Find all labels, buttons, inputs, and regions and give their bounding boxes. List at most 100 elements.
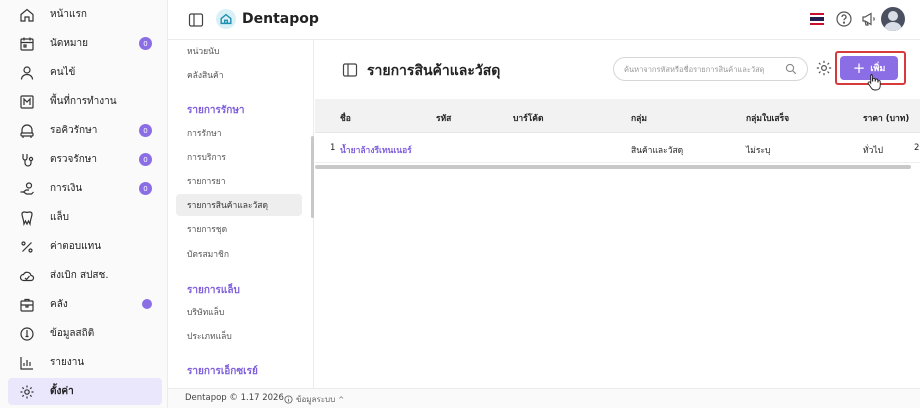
submenu-item-units[interactable]: หน่วยนับ [176,40,302,62]
system-info-link[interactable]: ข้อมูลระบบ ^ [284,393,344,406]
sidebar-item-label: ข้อมูลสถิติ [50,328,95,339]
sidebar-item-label: นัดหมาย [50,38,88,49]
workspace-icon [18,93,36,111]
avatar[interactable] [881,7,905,31]
sidebar-item-statistics[interactable]: ข้อมูลสถิติ [8,320,162,347]
count-badge: 0 [139,124,152,137]
column-header-code[interactable]: รหัส [436,111,451,125]
plus-icon: + [852,58,866,77]
notification-dot [142,299,152,309]
page-title: รายการสินค้าและวัสดุ [367,63,501,79]
sidebar-item-label: พื้นที่การทำงาน [50,96,117,107]
help-icon[interactable] [835,10,853,28]
submenu-heading-lab: รายการแล็บ [187,285,240,296]
footer: Dentapop © 1.17 2026 ข้อมูลระบบ ^ [168,388,920,408]
sidebar-item-inventory[interactable]: คลัง [8,291,162,318]
submenu-item-packages[interactable]: รายการชุด [176,218,302,240]
submenu-item-warehouse[interactable]: คลังสินค้า [176,64,302,86]
sidebar-item-label: แล็บ [50,212,69,223]
sidebar-item-queue[interactable]: รอคิวรักษา 0 [8,117,162,144]
sidebar-item-finance[interactable]: การเงิน 0 [8,175,162,202]
row-index: 1 [330,143,336,153]
cloud-icon [18,267,36,285]
sidebar-item-label: คลัง [50,299,68,310]
sidebar-item-compensation[interactable]: ค่าตอบแทน [8,233,162,260]
row-group: สินค้าและวัสดุ [631,146,684,156]
main-content: รายการสินค้าและวัสดุ + เพิ่ม ชื่อ รหัส บ… [315,40,920,388]
sidebar-item-label: รายงาน [50,357,85,368]
count-badge: 0 [139,37,152,50]
submenu-heading-treatment: รายการรักษา [187,105,245,116]
list-panel-icon [342,62,358,78]
percent-icon [18,238,36,256]
chevron-up-icon: ^ [338,395,345,404]
calendar-icon [18,35,36,53]
sidebar-item-label: ตรวจรักษา [50,154,97,165]
count-badge: 0 [139,182,152,195]
submenu-scrollbar[interactable] [311,136,314,218]
table-settings-gear-icon[interactable] [815,59,833,77]
info-icon [284,395,293,404]
submenu-item-membership[interactable]: บัตรสมาชิก [176,243,302,265]
home-icon [18,6,36,24]
settings-submenu: หน่วยนับ คลังสินค้า รายการรักษา การรักษา… [168,40,314,388]
sidebar-item-settings[interactable]: ตั้งค่า [8,378,162,405]
stats-icon [18,325,36,343]
sidebar-item-label: การเงิน [50,183,83,194]
system-info-label: ข้อมูลระบบ [296,395,336,404]
sidebar-item-treatment[interactable]: ตรวจรักษา 0 [8,146,162,173]
queue-icon [18,122,36,140]
sidebar-item-label: รอคิวรักษา [50,125,98,136]
version-text: Dentapop © 1.17 2026 [185,393,284,403]
count-badge: 0 [139,153,152,166]
tooth-icon [18,209,36,227]
sidebar-item-label: ค่าตอบแทน [50,241,102,252]
submenu-item-medicines[interactable]: รายการยา [176,170,302,192]
search-box[interactable] [613,57,808,81]
submenu-item-products[interactable]: รายการสินค้าและวัสดุ [176,194,302,216]
product-name-link[interactable]: น้ำยาล้างรีเทนเนอร์ [340,143,412,157]
row-price-type: ทั่วไป [863,146,884,156]
column-header-group[interactable]: กลุ่ม [631,111,647,125]
search-icon[interactable] [785,63,797,75]
sidebar-item-lab[interactable]: แล็บ [8,204,162,231]
sidebar-item-label: ตั้งค่า [50,386,74,397]
announcement-icon[interactable] [860,10,878,28]
user-icon [18,64,36,82]
submenu-item-lab-types[interactable]: ประเภทแล็บ [176,325,302,347]
sidebar-item-label: คนไข้ [50,67,76,78]
gear-icon [18,383,36,401]
submenu-item-treatments[interactable]: การรักษา [176,122,302,144]
sidebar-item-label: หน้าแรก [50,9,87,20]
submenu-item-lab-companies[interactable]: บริษัทแล็บ [176,301,302,323]
column-header-barcode[interactable]: บาร์โค้ด [513,111,544,125]
mouse-cursor-icon [867,73,881,91]
report-icon [18,354,36,372]
column-header-receipt-group[interactable]: กลุ่มใบเสร็จ [746,111,789,125]
table-header: ชื่อ รหัส บาร์โค้ด กลุ่ม กลุ่มใบเสร็จ รา… [315,99,920,133]
row-price: 20 [914,143,920,153]
sidebar-item-label: ส่งเบิก สปสช. [50,270,109,281]
sidebar-item-claims[interactable]: ส่งเบิก สปสช. [8,262,162,289]
submenu-heading-xray: รายการเอ็กซเรย์ [187,366,258,377]
table-horizontal-scrollbar[interactable] [315,165,911,169]
app-title: Dentapop [242,11,319,27]
submenu-item-services[interactable]: การบริการ [176,146,302,168]
table-row[interactable]: 1 น้ำยาล้างรีเทนเนอร์ สินค้าและวัสดุ ไม่… [315,133,920,163]
search-input[interactable] [624,62,776,76]
top-header: Dentapop [168,0,920,40]
sidebar-toggle-icon[interactable] [188,12,204,28]
column-header-price[interactable]: ราคา (บาท) [863,111,909,125]
sidebar-item-workspace[interactable]: พื้นที่การทำงาน [8,88,162,115]
inventory-icon [18,296,36,314]
sidebar-item-home[interactable]: หน้าแรก [8,1,162,28]
row-receipt-group: ไม่ระบุ [746,146,771,156]
sidebar-item-appointments[interactable]: นัดหมาย 0 [8,30,162,57]
sidebar-item-patients[interactable]: คนไข้ [8,59,162,86]
finance-icon [18,180,36,198]
column-header-name[interactable]: ชื่อ [340,111,351,125]
sidebar-item-reports[interactable]: รายงาน [8,349,162,376]
thai-flag-icon[interactable] [810,13,824,25]
treatment-icon [18,151,36,169]
main-sidebar: หน้าแรก นัดหมาย 0 คนไข้ พื้นที่การทำงาน … [0,0,168,408]
